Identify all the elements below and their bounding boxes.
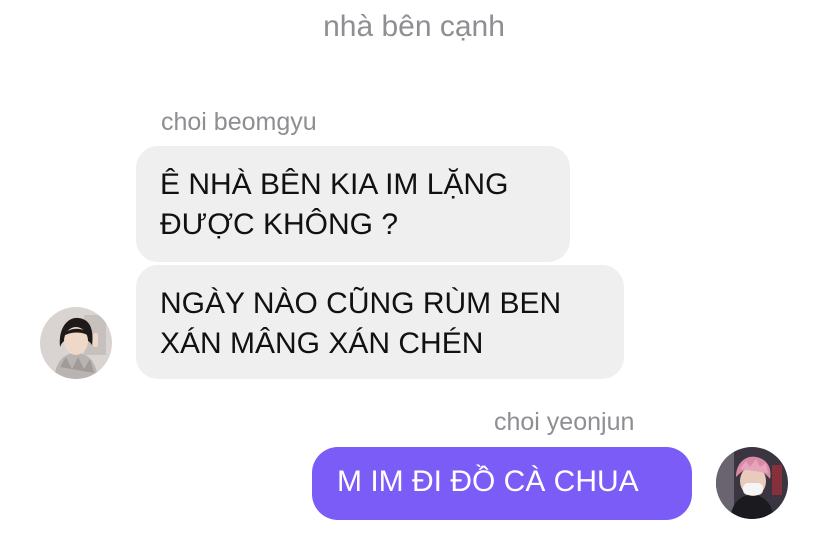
avatar-outgoing[interactable]: [716, 447, 788, 519]
avatar-photo-icon: [40, 307, 112, 379]
sender-name-incoming: choi beomgyu: [161, 108, 317, 136]
message-bubble-incoming-2[interactable]: NGÀY NÀO CŨNG RÙM BEN XÁN MÂNG XÁN CHÉN: [136, 265, 624, 379]
sender-name-outgoing: choi yeonjun: [494, 408, 635, 436]
message-bubble-outgoing-1[interactable]: M IM ĐI ĐỒ CÀ CHUA: [312, 447, 692, 520]
message-bubble-incoming-1[interactable]: Ê NHÀ BÊN KIA IM LẶNG ĐƯỢC KHÔNG ?: [136, 146, 570, 262]
avatar-incoming[interactable]: [40, 307, 112, 379]
chat-title: nhà bên cạnh: [323, 10, 505, 43]
avatar-photo-icon: [716, 447, 788, 519]
